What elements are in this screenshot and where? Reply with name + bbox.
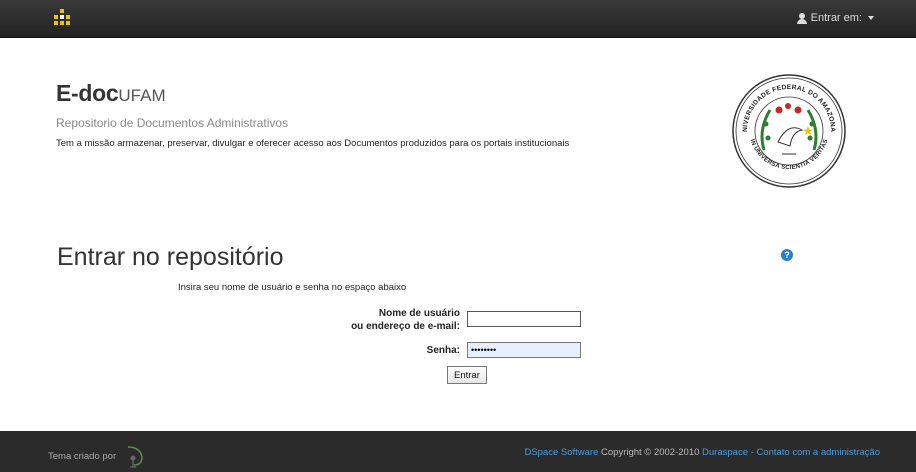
login-menu-toggle[interactable]: Entrar em: — [796, 12, 874, 24]
theme-author-logo-icon[interactable] — [122, 443, 148, 469]
site-subtitle: Repositorio de Documentos Administrativo… — [56, 116, 289, 130]
user-icon — [796, 12, 807, 24]
password-label: Senha: — [426, 345, 460, 356]
dspace-software-link[interactable]: DSpace Software — [524, 447, 598, 458]
caret-down-icon — [868, 16, 874, 20]
contact-admin-link[interactable]: Contato com a administração — [756, 447, 880, 458]
username-label-line1: Nome de usuário — [378, 308, 460, 319]
login-menu-label: Entrar em: — [810, 12, 862, 24]
help-icon[interactable]: ? — [781, 249, 793, 261]
login-submit-button[interactable]: Entrar — [447, 366, 487, 384]
theme-credit-text: Tema criado por — [48, 450, 117, 462]
copyright-text: Copyright © 2002-2010 — [598, 447, 703, 458]
site-title-main: E-doc — [56, 80, 119, 106]
site-mission-text: Tem a missão armazenar, preservar, divul… — [56, 138, 570, 149]
login-instructions: Insira seu nome de usuário e senha no es… — [178, 282, 407, 293]
duraspace-link[interactable]: Duraspace — [702, 447, 748, 458]
theme-credit: Tema criado por — [48, 443, 148, 469]
site-title-suffix: UFAM — [118, 86, 166, 105]
password-input[interactable] — [467, 342, 581, 358]
top-navbar: Entrar em: — [0, 0, 916, 38]
dspace-logo-icon[interactable] — [52, 9, 72, 29]
username-label-line2: ou endereço de e-mail: — [351, 321, 460, 332]
footer: Tema criado por DSpace Software Copyrigh… — [0, 431, 916, 472]
page-title: Entrar no repositório — [57, 243, 284, 271]
username-input[interactable] — [467, 311, 581, 327]
username-label: Nome de usuário ou endereço de e-mail: — [260, 307, 460, 333]
university-seal-logo: UNIVERSIDADE FEDERAL DO AMAZONAS IN UNIV… — [730, 72, 846, 188]
footer-copyright: DSpace Software Copyright © 2002-2010 Du… — [524, 447, 880, 458]
site-title: E-docUFAM — [56, 80, 166, 107]
